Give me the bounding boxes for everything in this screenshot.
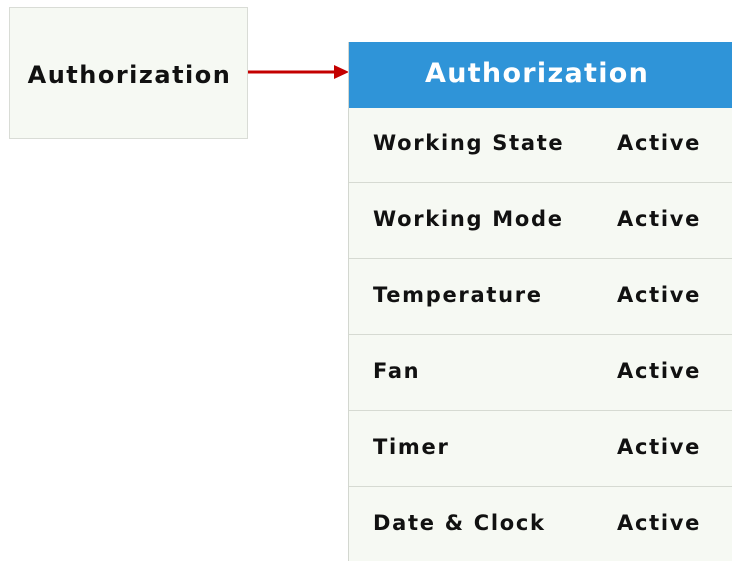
row-label: Timer: [373, 435, 450, 459]
panel-title: Authorization: [425, 58, 650, 89]
row-status: Active: [617, 207, 702, 231]
authorization-row-working-state[interactable]: Working State Active: [349, 108, 732, 183]
authorization-row-date-clock[interactable]: Date & Clock Active: [349, 488, 732, 561]
authorization-row-timer[interactable]: Timer Active: [349, 412, 732, 487]
row-status: Active: [617, 511, 702, 535]
panel-header: Authorization: [349, 42, 732, 108]
source-label: Authorization: [27, 61, 232, 89]
authorization-row-fan[interactable]: Fan Active: [349, 336, 732, 411]
row-status: Active: [617, 435, 702, 459]
row-status: Active: [617, 283, 702, 307]
screen: Authorization Authorization Working Stat…: [0, 0, 732, 561]
row-label: Temperature: [373, 283, 543, 307]
right-arrow-icon: [248, 65, 349, 79]
row-label: Working State: [373, 131, 565, 155]
row-status: Active: [617, 359, 702, 383]
authorization-source-button[interactable]: Authorization: [9, 7, 248, 139]
row-label: Date & Clock: [373, 511, 546, 535]
authorization-row-temperature[interactable]: Temperature Active: [349, 260, 732, 335]
row-label: Working Mode: [373, 207, 564, 231]
authorization-panel: Authorization Working State Active Worki…: [348, 42, 732, 561]
row-status: Active: [617, 131, 702, 155]
row-label: Fan: [373, 359, 421, 383]
authorization-row-working-mode[interactable]: Working Mode Active: [349, 184, 732, 259]
